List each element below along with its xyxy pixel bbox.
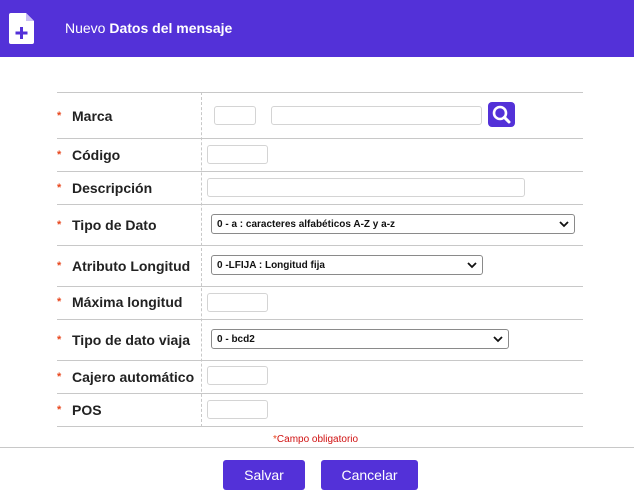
chevron-down-icon [493, 336, 503, 343]
tipo-de-dato-viaja-selected: 0 - bcd2 [217, 333, 255, 345]
required-mark: * [57, 260, 62, 272]
search-button[interactable] [488, 102, 515, 127]
field-label-pos: * POS [57, 402, 102, 418]
cancel-button[interactable]: Cancelar [321, 460, 418, 490]
field-label-cajero-automatico: * Cajero automático [57, 369, 195, 385]
required-mark: * [57, 219, 62, 231]
maxima-longitud-input[interactable] [207, 293, 268, 312]
required-mark: * [57, 149, 62, 161]
row-divider [57, 92, 583, 93]
tipo-de-dato-selected: 0 - a : caracteres alfabéticos A-Z y a-z [217, 218, 396, 230]
required-mark: * [57, 404, 62, 416]
row-divider [57, 393, 583, 427]
field-label-atributo-longitud: * Atributo Longitud [57, 258, 191, 274]
header-bar: Nuevo Datos del mensaje [0, 0, 634, 57]
codigo-input[interactable] [207, 145, 268, 164]
required-mark: * [57, 334, 62, 346]
tipo-de-dato-viaja-select[interactable]: 0 - bcd2 [211, 329, 509, 349]
required-mark: * [57, 371, 62, 383]
chevron-down-icon [467, 262, 477, 269]
field-label-tipo-de-dato: * Tipo de Dato [57, 217, 157, 233]
field-label-descripcion: * Descripción [57, 180, 153, 196]
footer-divider [0, 447, 634, 448]
title-prefix: Nuevo [65, 20, 106, 36]
required-mark: * [57, 296, 62, 308]
row-divider [57, 171, 583, 172]
save-button[interactable]: Salvar [223, 460, 305, 490]
row-divider [57, 204, 583, 205]
field-label-marca: * Marca [57, 108, 113, 124]
cajero-automatico-input[interactable] [207, 366, 268, 385]
field-label-maxima-longitud: * Máxima longitud [57, 294, 183, 310]
row-divider [57, 286, 583, 287]
field-label-codigo: * Código [57, 147, 121, 163]
tipo-de-dato-select[interactable]: 0 - a : caracteres alfabéticos A-Z y a-z [211, 214, 575, 234]
page-title: Nuevo Datos del mensaje [65, 20, 232, 36]
search-icon [492, 105, 511, 124]
row-divider [57, 360, 583, 361]
pos-input[interactable] [207, 400, 268, 419]
row-divider [57, 138, 583, 139]
required-mark: * [57, 182, 62, 194]
atributo-longitud-select[interactable]: 0 -LFIJA : Longitud fija [211, 255, 483, 275]
row-divider [57, 245, 583, 246]
column-divider [201, 92, 202, 427]
add-document-icon [9, 13, 34, 44]
row-divider [57, 319, 583, 320]
title-main: Datos del mensaje [109, 20, 233, 36]
atributo-longitud-selected: 0 -LFIJA : Longitud fija [217, 259, 325, 271]
field-label-tipo-de-dato-viaja: * Tipo de dato viaja [57, 332, 190, 348]
row-divider [57, 426, 583, 427]
required-note: *Campo obligatorio [273, 434, 359, 445]
chevron-down-icon [559, 221, 569, 228]
required-mark: * [57, 110, 62, 122]
marca-name-input[interactable] [271, 106, 482, 125]
descripcion-input[interactable] [207, 178, 525, 197]
marca-code-input[interactable] [214, 106, 256, 125]
